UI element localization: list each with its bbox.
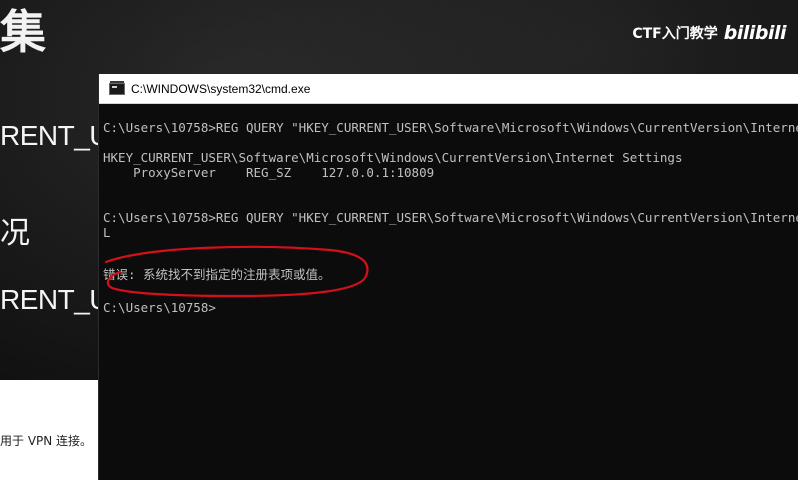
bilibili-logo: bilibili — [723, 22, 787, 44]
cmd-icon — [109, 80, 125, 95]
console-line-prompt: C:\Users\10758> — [103, 300, 216, 315]
console-line-proxy-server: ProxyServer REG_SZ 127.0.0.1:10809 — [103, 165, 435, 180]
vpn-note-text: 用于 VPN 连接。 — [0, 434, 93, 448]
console-line-key-path: HKEY_CURRENT_USER\Software\Microsoft\Win… — [103, 150, 683, 165]
console-line-error: 错误: 系统找不到指定的注册表项或值。 — [103, 267, 331, 282]
video-watermark: CTF入门教学 bilibili — [632, 20, 786, 46]
slide-title-fragment: 集 — [0, 5, 46, 59]
console-line-wrap: L — [103, 225, 111, 240]
console-line-command-1: C:\Users\10758>REG QUERY "HKEY_CURRENT_U… — [103, 120, 798, 135]
window-titlebar[interactable]: C:\WINDOWS\system32\cmd.exe — [99, 74, 798, 104]
slide-text-fragment: 况 — [0, 217, 30, 250]
console-line-command-2: C:\Users\10758>REG QUERY "HKEY_CURRENT_U… — [103, 210, 798, 225]
watermark-label: CTF入门教学 — [632, 26, 718, 42]
slide-white-panel: 用于 VPN 连接。 — [0, 380, 98, 480]
cmd-window[interactable]: C:\WINDOWS\system32\cmd.exe C:\Users\107… — [98, 74, 798, 480]
window-title: C:\WINDOWS\system32\cmd.exe — [131, 81, 311, 96]
